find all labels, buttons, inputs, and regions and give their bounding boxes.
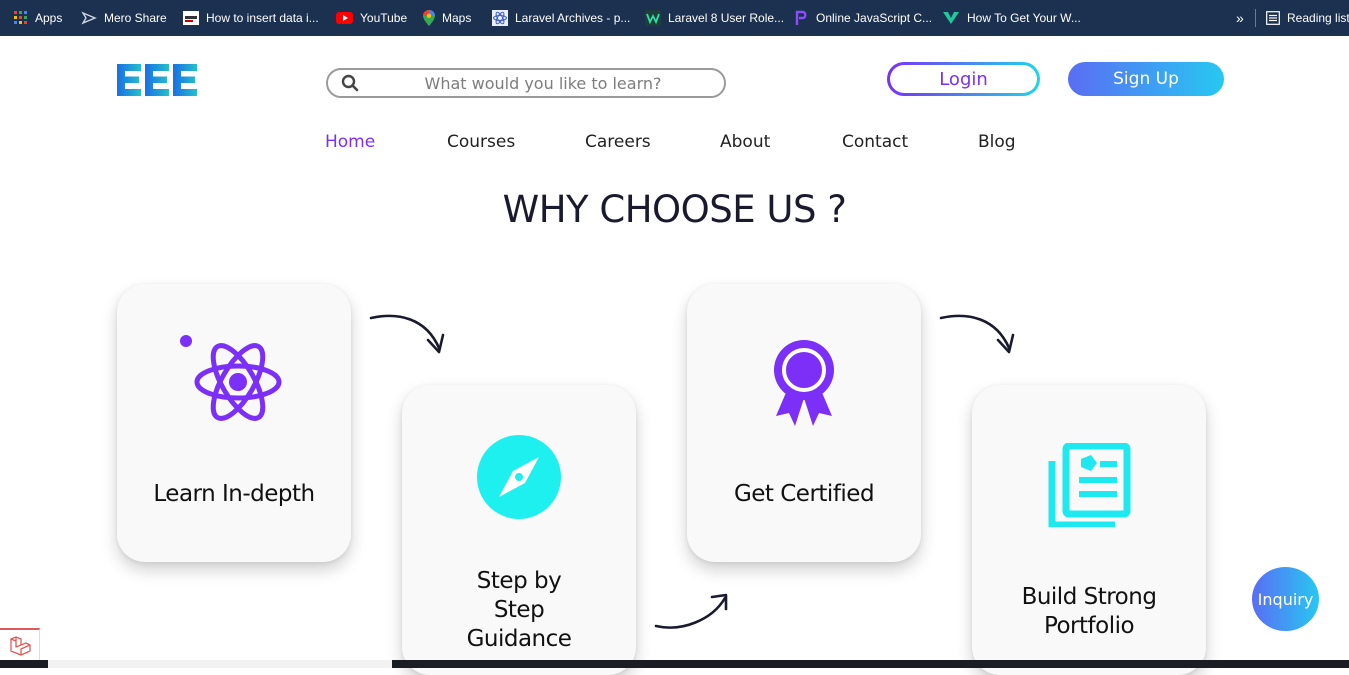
card-title: Learn In-depth (153, 481, 315, 507)
card-title: Get Certified (733, 481, 875, 507)
laravel-debug-icon[interactable] (0, 628, 40, 660)
youtube-icon (336, 12, 353, 24)
taskbar-active-window[interactable] (48, 660, 392, 668)
login-label: Login (890, 65, 1037, 93)
signup-button[interactable]: Sign Up (1068, 62, 1224, 96)
atom-favicon-icon (492, 10, 508, 26)
bookmarks-more-button[interactable]: » (1236, 0, 1244, 36)
compass-icon (477, 435, 561, 519)
feature-card-learn: Learn In-depth (117, 284, 351, 562)
bookmark-label: Laravel 8 User Role... (668, 11, 785, 25)
bookmark-maps[interactable]: Maps (423, 0, 471, 36)
nav-courses[interactable]: Courses (447, 132, 515, 156)
bookmark-label: YouTube (360, 11, 408, 25)
card-title-line: Portfolio (1043, 613, 1135, 639)
taskbar (0, 660, 1349, 668)
apps-grid-icon (14, 11, 27, 24)
curved-arrow-icon (369, 314, 445, 354)
nav-careers[interactable]: Careers (585, 132, 651, 156)
search-bar (326, 68, 726, 98)
nav-contact[interactable]: Contact (842, 132, 908, 156)
bookmark-label: Online JavaScript C... (816, 11, 933, 25)
bookmark-label: How To Get Your W... (967, 11, 1081, 25)
chevron-double-right-icon: » (1236, 10, 1244, 26)
portfolio-icon (1048, 443, 1131, 527)
card-title-line: Build Strong (1021, 584, 1157, 610)
nav-blog[interactable]: Blog (978, 132, 1016, 156)
p-favicon-icon (795, 10, 807, 25)
reading-list-icon (1266, 11, 1280, 25)
site-logo[interactable] (117, 64, 197, 101)
eee-logo-icon (117, 64, 197, 96)
bookmark-apps[interactable]: Apps (14, 0, 62, 36)
bookmarks-divider (1255, 9, 1256, 27)
bookmark-online-javascript[interactable]: Online JavaScript C... (793, 0, 932, 36)
bookmark-laravel-user-role[interactable]: Laravel 8 User Role... (645, 0, 784, 36)
w-favicon-icon (645, 10, 661, 26)
feature-card-certified: Get Certified (687, 284, 921, 562)
curved-arrow-up-icon (654, 593, 728, 629)
login-button[interactable]: Login (887, 62, 1040, 96)
card-title-line: Guidance (466, 626, 572, 652)
site-favicon-icon (183, 11, 199, 25)
bookmark-youtube[interactable]: YouTube (336, 0, 407, 36)
card-title-line: Step by (476, 568, 562, 594)
award-ribbon-icon (774, 340, 834, 426)
bookmark-label: Maps (442, 11, 472, 25)
bookmarks-bar: Apps Mero Share How to insert data i... … (0, 0, 1349, 36)
bookmark-laravel-archives[interactable]: Laravel Archives - p... (492, 0, 630, 36)
inquiry-button[interactable]: Inquiry (1252, 567, 1319, 631)
nav-home[interactable]: Home (325, 132, 375, 156)
bookmark-label: Mero Share (104, 11, 167, 25)
reading-list-button[interactable]: Reading list (1266, 0, 1349, 36)
bookmark-label: Laravel Archives - p... (515, 11, 631, 25)
search-icon[interactable] (341, 74, 359, 92)
search-input[interactable] (368, 72, 718, 94)
feature-card-guidance: Step by Step Guidance (402, 385, 636, 675)
feature-card-portfolio: Build Strong Portfolio (972, 385, 1206, 675)
bookmark-label: How to insert data i... (206, 11, 319, 25)
card-title-line: Step (493, 597, 545, 623)
bookmark-label: Apps (35, 11, 63, 25)
bookmark-how-to-get[interactable]: How To Get Your W... (942, 0, 1081, 36)
section-title: WHY CHOOSE US ? (502, 188, 847, 231)
atom-icon (180, 335, 282, 421)
nav-about[interactable]: About (720, 132, 770, 156)
bookmark-insert-data[interactable]: How to insert data i... (183, 0, 319, 36)
reading-list-label: Reading list (1287, 11, 1349, 25)
leaf-favicon-icon (943, 12, 959, 24)
maps-pin-icon (423, 10, 435, 26)
bookmark-mero-share[interactable]: Mero Share (81, 0, 167, 36)
curved-arrow-icon (939, 314, 1015, 354)
mero-share-icon (81, 11, 97, 25)
page: Login Sign Up Home Courses Careers About… (0, 36, 1349, 675)
